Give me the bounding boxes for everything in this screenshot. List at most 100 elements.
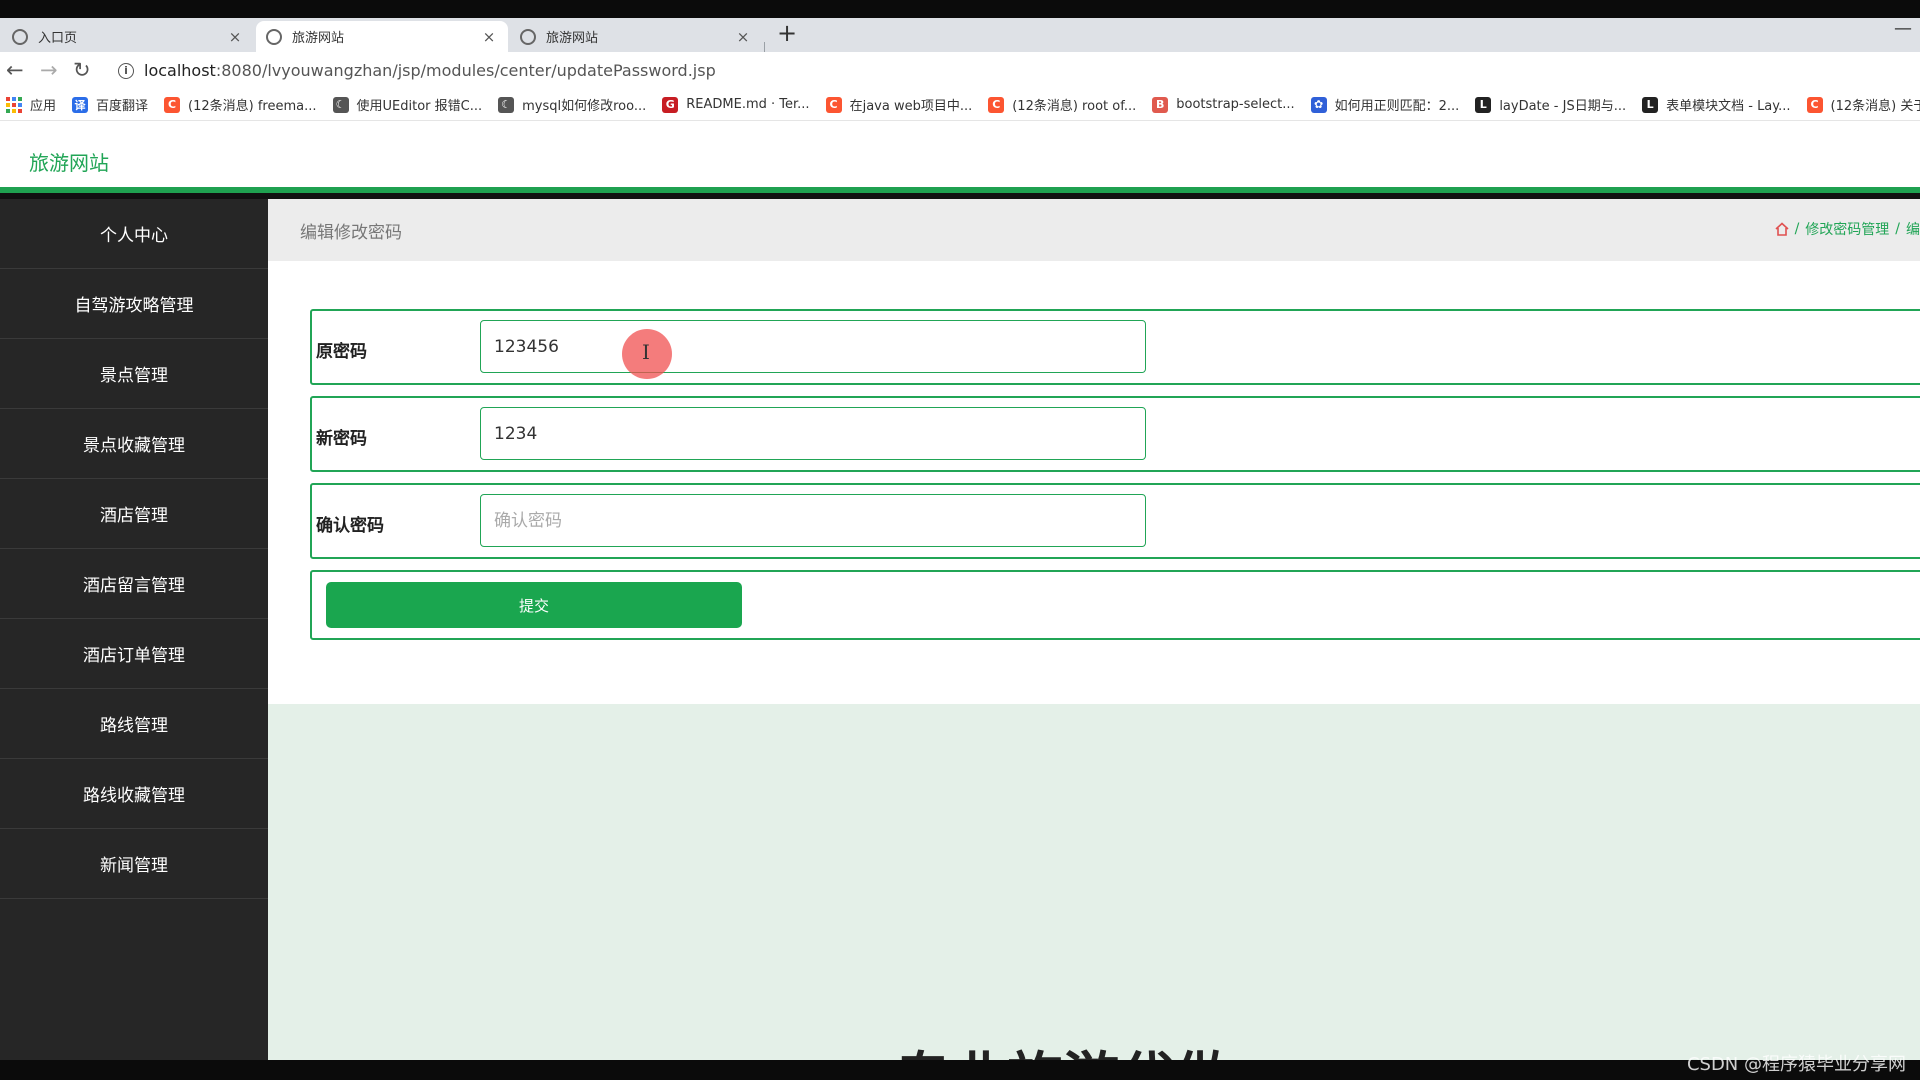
site-info-icon[interactable]: i (118, 62, 134, 79)
bookmark-item[interactable]: ☾ mysql如何修改roo... (498, 95, 646, 114)
url-text: localhost:8080/lvyouwangzhan/jsp/modules… (144, 61, 716, 80)
bookmark-label: 百度翻译 (96, 99, 149, 114)
breadcrumb-separator: / (1794, 221, 1800, 237)
new-password-label: 新密码 (316, 429, 367, 449)
sidebar-menu: 个人中心 自驾游攻略管理 景点管理 景点收藏管理 酒店管理 酒店留言管理 酒店订单管理 路线管… (0, 199, 268, 1060)
old-password-row: 原密码 (310, 309, 1920, 385)
breadcrumb-current: 编 (1906, 222, 1920, 238)
sidebar-item[interactable]: 路线管理 (0, 689, 268, 759)
baidu-paw-icon: ✿ (1310, 96, 1327, 113)
sidebar-item[interactable]: 自驾游攻略管理 (0, 269, 268, 339)
csdn-icon: C (1806, 96, 1823, 113)
sidebar-item[interactable]: 景点管理 (0, 339, 268, 409)
layui-icon: L (1642, 96, 1659, 113)
bookmark-item[interactable]: L 表单模块文档 - Lay... (1642, 95, 1791, 114)
moon-icon: ☾ (498, 96, 515, 113)
app-header: 旅游网站 (0, 121, 1920, 193)
bookmark-item[interactable]: LlayDate - JS日期与... (1475, 95, 1626, 114)
browser-tab-1[interactable]: 入口页 × (2, 21, 254, 52)
sidebar-item[interactable]: 酒店留言管理 (0, 549, 268, 619)
url-path: :8080/lvyouwangzhan/jsp/modules/center/u… (215, 61, 716, 80)
close-tab-icon[interactable]: × (734, 28, 752, 46)
breadcrumb-separator: / (1895, 221, 1900, 237)
confirm-password-input[interactable] (480, 494, 1146, 547)
bookmark-item[interactable]: C 在java web项目中... (825, 95, 973, 114)
bookmark-item[interactable]: C (12条消息) root of... (988, 95, 1136, 114)
tab-title: 旅游网站 (546, 31, 599, 46)
bookmark-label: bootstrap-select... (1176, 97, 1295, 112)
bookmark-item[interactable]: G README.md · Ter... (662, 96, 810, 113)
reload-icon[interactable]: ↻ (73, 58, 91, 82)
breadcrumb: / 修改密码管理 / 编 (1775, 219, 1920, 239)
bookmark-item[interactable]: 应用 (6, 95, 56, 114)
sidebar-item[interactable]: 酒店管理 (0, 479, 268, 549)
forward-arrow-icon[interactable]: → (40, 58, 58, 82)
bookmark-label: 表单模块文档 - Lay... (1666, 99, 1791, 114)
submit-button[interactable]: 提交 (326, 582, 742, 628)
close-tab-icon[interactable]: × (480, 28, 498, 46)
old-password-input[interactable] (480, 320, 1146, 373)
bookmark-item[interactable]: C (12条消息) 关于 (1806, 95, 1920, 114)
bookmark-label: 在java web项目中... (849, 99, 973, 114)
new-tab-button[interactable]: + (777, 19, 797, 47)
sidebar-item[interactable]: 个人中心 (0, 199, 268, 269)
browser-tab-strip: 入口页 × 旅游网站 × 旅游网站 × (0, 18, 1920, 62)
bookmarks-bar: 应用译百度翻译 C (12条消息) freema... ☾ 使用UEditor 报错C.… (0, 89, 1920, 121)
breadcrumb-section[interactable]: 修改密码管理 (1805, 219, 1889, 239)
browser-toolbar: ← → ↻ i localhost:8080/lvyouwangzhan/jsp… (0, 52, 1920, 89)
bookmark-label: mysql如何修改roo... (522, 99, 647, 114)
globe-icon (12, 28, 28, 45)
bookmark-item[interactable]: 译百度翻译 (72, 95, 148, 114)
bookmark-label: 应用 (30, 99, 57, 114)
bookmark-label: (12条消息) 关于 (1830, 99, 1920, 114)
screen-bottom-bar (0, 1060, 1920, 1080)
bookmark-label: README.md · Ter... (686, 97, 810, 112)
bootstrap-icon: B (1152, 96, 1169, 113)
gitee-icon: G (662, 96, 679, 113)
shield-icon (266, 28, 282, 45)
confirm-password-row: 确认密码 (310, 483, 1920, 559)
csdn-icon: C (988, 96, 1005, 113)
browser-tab-2[interactable]: 旅游网站 × (256, 21, 508, 52)
bookmark-label: 使用UEditor 报错C... (356, 99, 483, 114)
close-tab-icon[interactable]: × (226, 28, 244, 46)
home-icon[interactable] (1775, 222, 1789, 236)
site-title[interactable]: 旅游网站 (29, 147, 109, 176)
apps-grid-icon (6, 96, 22, 113)
bookmark-label: layDate - JS日期与... (1499, 99, 1627, 114)
bookmark-item[interactable]: Bbootstrap-select... (1152, 96, 1295, 113)
sidebar-item[interactable]: 景点收藏管理 (0, 409, 268, 479)
shield-icon (520, 28, 536, 45)
new-password-row: 新密码 (310, 396, 1920, 472)
watermark: CSDN @程序猿毕业分享网 (1686, 1054, 1906, 1075)
sidebar-item[interactable]: 路线收藏管理 (0, 759, 268, 829)
moon-icon: ☾ (332, 96, 349, 113)
url-host: localhost (144, 61, 216, 80)
csdn-icon: C (164, 96, 181, 113)
confirm-password-label: 确认密码 (316, 516, 384, 536)
bookmark-label: (12条消息) root of... (1012, 99, 1137, 114)
old-password-label: 原密码 (316, 342, 367, 362)
minimize-window-button[interactable]: — (1894, 18, 1912, 39)
back-arrow-icon[interactable]: ← (6, 58, 24, 82)
browser-tab-3[interactable]: 旅游网站 × (510, 21, 762, 52)
address-bar[interactable]: i localhost:8080/lvyouwangzhan/jsp/modul… (106, 57, 1906, 84)
new-password-input[interactable] (480, 407, 1146, 460)
submit-row: 提交 (310, 570, 1920, 640)
text-cursor-icon: I (642, 340, 650, 364)
tab-title: 旅游网站 (292, 31, 345, 46)
screen-top-bar (0, 0, 1920, 18)
partial-section-heading: 专业旅游代做 (895, 1035, 1231, 1060)
layui-icon: L (1475, 96, 1492, 113)
csdn-icon: C (825, 96, 842, 113)
main-content: 编辑修改密码 / 修改密码管理 / 编 原密码 新密码 确认密码 提交 (268, 199, 1920, 1060)
password-form: 原密码 新密码 确认密码 提交 (268, 261, 1920, 704)
bookmark-label: 如何用正则匹配：2... (1334, 99, 1460, 114)
bookmark-item[interactable]: ☾ 使用UEditor 报错C... (332, 95, 483, 114)
sidebar-item[interactable]: 新闻管理 (0, 829, 268, 899)
page-title: 编辑修改密码 (300, 223, 402, 243)
sidebar-item[interactable]: 酒店订单管理 (0, 619, 268, 689)
page-header: 编辑修改密码 / 修改密码管理 / 编 (268, 199, 1920, 261)
bookmark-item[interactable]: ✿ 如何用正则匹配：2... (1310, 95, 1460, 114)
bookmark-item[interactable]: C (12条消息) freema... (164, 95, 317, 114)
